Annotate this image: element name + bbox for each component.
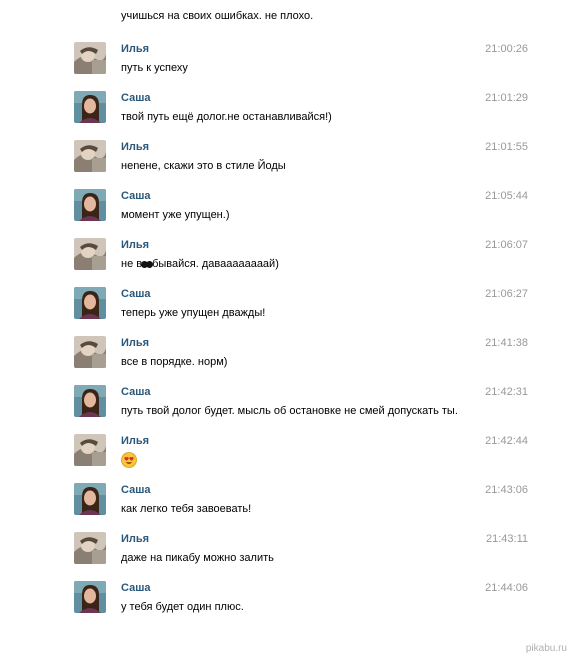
avatar-ilya-image (74, 42, 106, 74)
sender-name[interactable]: Илья (121, 43, 149, 55)
message: Илья 21:43:11 даже на пикабу можно залит… (0, 532, 571, 580)
message-timestamp: 21:06:07 (485, 239, 528, 251)
avatar-sasha[interactable] (74, 189, 106, 221)
message-text: как легко тебя завоевать! (121, 503, 252, 515)
avatar-ilya[interactable] (74, 434, 106, 466)
message-text-prefix: не в (121, 258, 143, 270)
avatar-sasha-image (74, 581, 106, 613)
message: Илья 21:00:26 путь к успеху (0, 42, 571, 90)
message-text: твой путь ещё долог.не останавливайся!) (121, 111, 332, 123)
message-timestamp: 21:42:44 (485, 435, 528, 447)
message-text-suffix: бывайся. даваааааааай) (152, 258, 279, 270)
message-timestamp: 21:43:06 (485, 484, 528, 496)
message-timestamp: 21:01:29 (485, 92, 528, 104)
message-timestamp: 21:44:06 (485, 582, 528, 594)
message-text: все в порядке. норм) (121, 356, 228, 368)
avatar-sasha[interactable] (74, 483, 106, 515)
message: Илья 21:42:44 (0, 434, 571, 482)
avatar-sasha[interactable] (74, 581, 106, 613)
message: Саша 21:06:27 теперь уже упущен дважды! (0, 287, 571, 335)
avatar-ilya[interactable] (74, 336, 106, 368)
avatar-ilya[interactable] (74, 140, 106, 172)
avatar-ilya-image (74, 532, 106, 564)
message: Илья 21:41:38 все в порядке. норм) (0, 336, 571, 384)
avatar-sasha-image (74, 189, 106, 221)
sender-name[interactable]: Илья (121, 141, 149, 153)
avatar-ilya[interactable] (74, 532, 106, 564)
message-timestamp: 21:05:44 (485, 190, 528, 202)
message-timestamp: 21:43:11 (485, 533, 528, 545)
message-timestamp: 21:01:55 (485, 141, 528, 153)
avatar-ilya[interactable] (74, 42, 106, 74)
message-timestamp: 21:42:31 (485, 386, 528, 398)
message: Саша 21:01:29 твой путь ещё долог.не ост… (0, 91, 571, 139)
sender-name[interactable]: Саша (121, 288, 150, 300)
avatar-sasha-image (74, 91, 106, 123)
avatar-sasha-image (74, 287, 106, 319)
sender-name[interactable]: Саша (121, 190, 150, 202)
sender-name[interactable]: Саша (121, 582, 150, 594)
sender-name[interactable]: Саша (121, 92, 150, 104)
message-text: у тебя будет один плюс. (121, 601, 244, 613)
message-text: путь к успеху (121, 62, 188, 74)
message-timestamp: 21:00:26 (485, 43, 528, 55)
message: Илья 21:06:07 не в бывайся. даваааааааай) (0, 238, 571, 286)
sender-name[interactable]: Саша (121, 386, 150, 398)
avatar-sasha-image (74, 483, 106, 515)
message: Саша 21:42:31 путь твой долог будет. мыс… (0, 385, 571, 433)
avatar-ilya-image (74, 336, 106, 368)
message-text: даже на пикабу можно залить (121, 552, 274, 564)
sender-name[interactable]: Илья (121, 533, 149, 545)
avatar-sasha[interactable] (74, 385, 106, 417)
message: Саша 21:44:06 у тебя будет один плюс. (0, 581, 571, 629)
message-text: не в бывайся. даваааааааай) (121, 258, 279, 270)
message: Саша 21:05:44 момент уже упущен.) (0, 189, 571, 237)
message-text: теперь уже упущен дважды! (121, 307, 266, 319)
message-text: путь твой долог будет. мысль об остановк… (121, 405, 458, 417)
message-text: момент уже упущен.) (121, 209, 230, 221)
avatar-ilya[interactable] (74, 238, 106, 270)
sender-name[interactable]: Саша (121, 484, 150, 496)
sender-name[interactable]: Илья (121, 337, 149, 349)
watermark: pikabu.ru (525, 643, 567, 654)
heart-eyes-emoji-icon (121, 452, 137, 468)
previous-message-text: учишься на своих ошибках. не плохо. (121, 10, 314, 22)
avatar-ilya-image (74, 140, 106, 172)
sender-name[interactable]: Илья (121, 435, 149, 447)
message-text: нenене, скажи это в стиле Йоды (121, 160, 286, 172)
message: Саша 21:43:06 как легко тебя завоевать! (0, 483, 571, 531)
avatar-sasha[interactable] (74, 287, 106, 319)
message-timestamp: 21:41:38 (485, 337, 528, 349)
avatar-sasha[interactable] (74, 91, 106, 123)
message-timestamp: 21:06:27 (485, 288, 528, 300)
avatar-ilya-image (74, 434, 106, 466)
avatar-ilya-image (74, 238, 106, 270)
message: Илья 21:01:55 нenене, скажи это в стиле … (0, 140, 571, 188)
sender-name[interactable]: Илья (121, 239, 149, 251)
avatar-sasha-image (74, 385, 106, 417)
